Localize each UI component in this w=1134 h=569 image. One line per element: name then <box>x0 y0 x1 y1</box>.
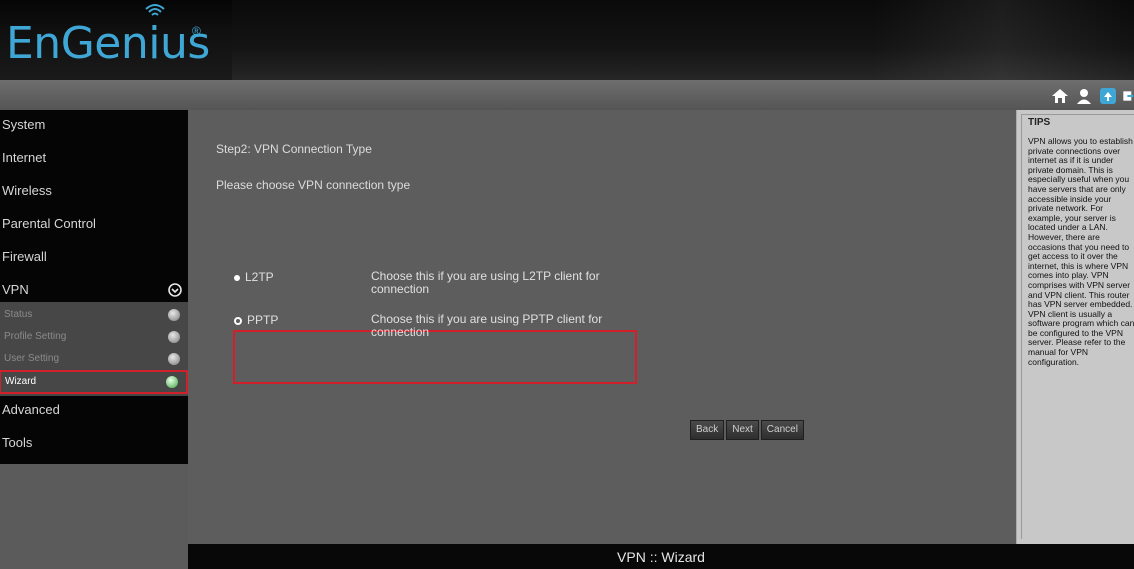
option-pptp[interactable]: PPTP <box>234 313 278 327</box>
home-icon[interactable] <box>1050 86 1070 106</box>
nav-vpn[interactable]: VPN <box>0 278 188 302</box>
header-panel <box>232 0 1134 80</box>
registered-mark: ® <box>192 24 201 38</box>
tips-title: TIPS <box>1028 117 1051 128</box>
sub-status-label: Status <box>4 309 33 320</box>
sub-user-label: User Setting <box>4 353 60 364</box>
sidebar-bottom-fill <box>0 464 188 569</box>
vpn-submenu: Status Profile Setting User Setting Wiza… <box>0 302 188 396</box>
option-pptp-label: PPTP <box>247 313 279 327</box>
nav-tools[interactable]: Tools <box>0 431 188 455</box>
option-l2tp-label: L2TP <box>245 270 274 284</box>
wifi-icon <box>145 4 165 16</box>
nav-internet[interactable]: Internet <box>0 146 188 170</box>
sub-wizard[interactable]: Wizard <box>0 370 188 394</box>
nav-advanced[interactable]: Advanced <box>0 398 188 422</box>
exit-icon[interactable] <box>1122 86 1134 106</box>
brand-logo[interactable]: EnGenius <box>6 18 210 69</box>
refresh-icon[interactable] <box>1098 86 1118 106</box>
next-button[interactable]: Next <box>726 420 759 440</box>
cancel-button[interactable]: Cancel <box>760 420 804 440</box>
top-icon-bar <box>1050 86 1134 110</box>
user-icon[interactable] <box>1074 86 1094 106</box>
footer-bar: VPN :: Wizard <box>188 544 1134 569</box>
user-setting-dot-icon <box>168 353 180 365</box>
sub-wizard-label: Wizard <box>5 376 37 387</box>
footer-title: VPN :: Wizard <box>617 549 705 565</box>
status-dot-icon <box>168 309 180 321</box>
nav-parental-control[interactable]: Parental Control <box>0 212 188 236</box>
back-button[interactable]: Back <box>690 420 725 440</box>
step-title: Step2: VPN Connection Type <box>216 142 372 156</box>
tips-text: VPN allows you to establish private conn… <box>1028 137 1134 367</box>
nav-wireless[interactable]: Wireless <box>0 179 188 203</box>
option-l2tp-desc: Choose this if you are using L2TP client… <box>371 269 600 296</box>
sub-user-setting[interactable]: User Setting <box>0 348 188 370</box>
nav-firewall[interactable]: Firewall <box>0 245 188 269</box>
option-pptp-desc: Choose this if you are using PPTP client… <box>371 312 603 339</box>
step-description: Please choose VPN connection type <box>216 178 411 192</box>
sidebar: System Internet Wireless Parental Contro… <box>0 110 188 464</box>
tips-panel: TIPS VPN allows you to establish private… <box>1016 110 1134 544</box>
header: EnGenius ® <box>0 0 1134 80</box>
header-shine <box>872 0 1132 80</box>
sub-profile-label: Profile Setting <box>4 331 67 342</box>
main-content: Step2: VPN Connection Type Please choose… <box>188 110 1016 544</box>
nav-vpn-label: VPN <box>2 282 29 297</box>
tips-frame: TIPS VPN allows you to establish private… <box>1021 114 1134 539</box>
sub-profile-setting[interactable]: Profile Setting <box>0 326 188 348</box>
wizard-dot-icon <box>166 376 178 388</box>
wizard-buttons: Back Next Cancel <box>690 420 804 440</box>
nav-system[interactable]: System <box>0 113 188 137</box>
sub-status[interactable]: Status <box>0 304 188 326</box>
top-toolbar <box>0 80 1134 110</box>
radio-pptp[interactable] <box>234 316 242 325</box>
radio-l2tp[interactable] <box>234 274 240 281</box>
option-l2tp[interactable]: L2TP <box>234 270 274 284</box>
collapse-icon[interactable] <box>168 283 182 297</box>
profile-dot-icon <box>168 331 180 343</box>
